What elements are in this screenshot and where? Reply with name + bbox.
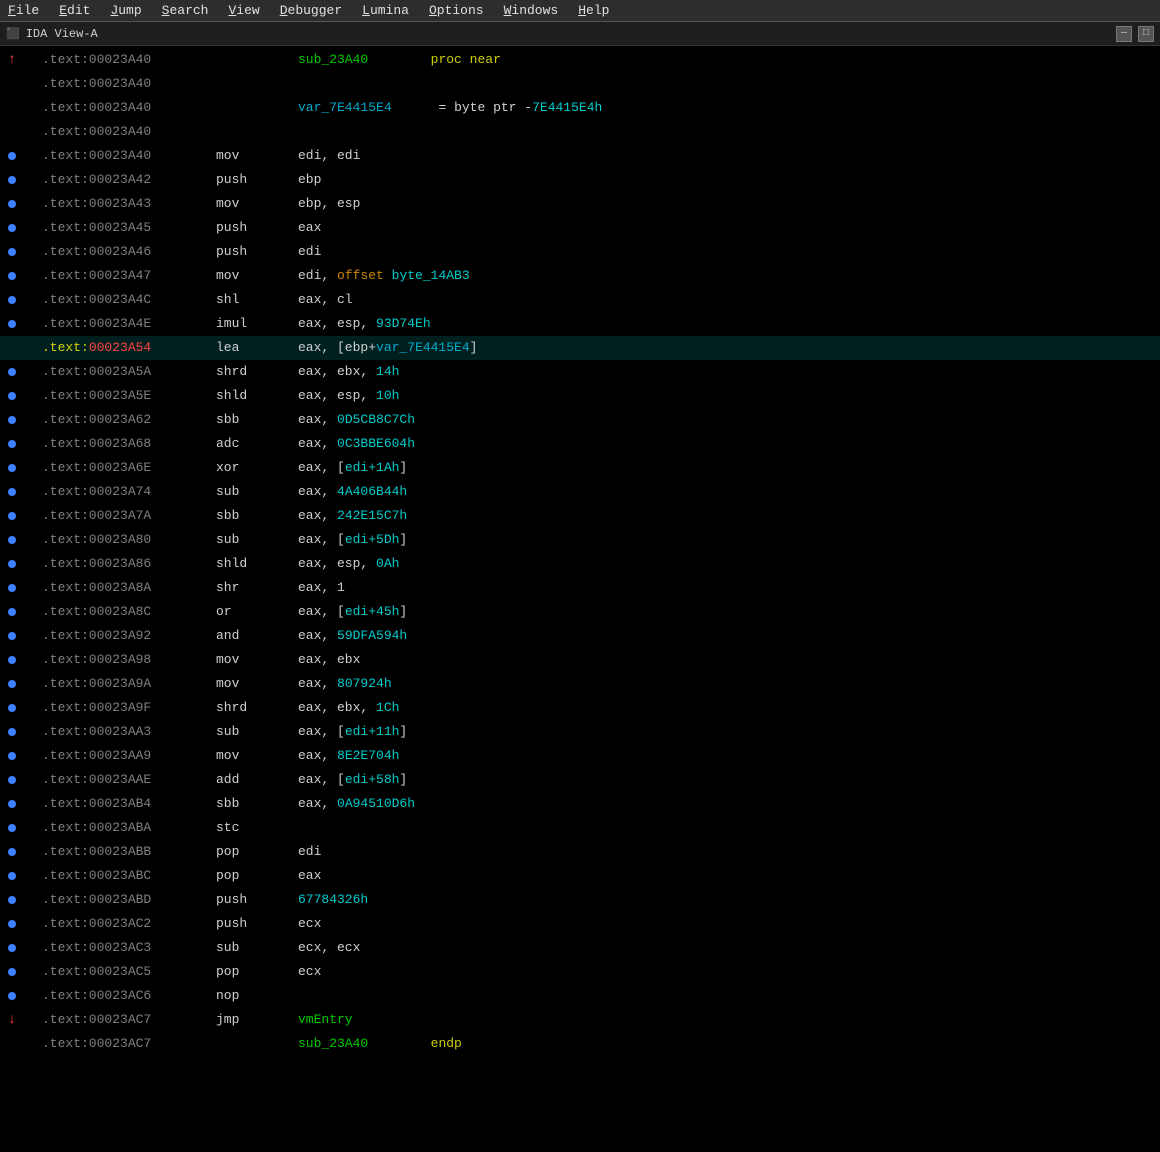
code-line: .text:00023A74 sub eax, 4A406B44h xyxy=(0,480,1160,504)
code-line: .text:00023A47 mov edi, offset byte_14AB… xyxy=(0,264,1160,288)
code-line: .text:00023AB4 sbb eax, 0A94510D6h xyxy=(0,792,1160,816)
menu-debugger[interactable]: Debugger xyxy=(276,3,346,18)
arrow-down-red: ↓ xyxy=(8,1008,16,1032)
code-line: .text:00023A9A mov eax, 807924h xyxy=(0,672,1160,696)
code-line: .text:00023A40 var_7E4415E4 = byte ptr -… xyxy=(0,96,1160,120)
menu-lumina[interactable]: Lumina xyxy=(358,3,413,18)
code-area: ↑ .text:00023A40 sub_23A40 proc near .te… xyxy=(0,46,1160,1152)
code-line: .text:00023A4E imul eax, esp, 93D74Eh xyxy=(0,312,1160,336)
code-line: .text:00023AC3 sub ecx, ecx xyxy=(0,936,1160,960)
code-line: .text:00023A62 sbb eax, 0D5CB8C7Ch xyxy=(0,408,1160,432)
code-line: .text:00023A80 sub eax, [edi+5Dh] xyxy=(0,528,1160,552)
code-line: .text:00023A98 mov eax, ebx xyxy=(0,648,1160,672)
code-line: .text:00023A92 and eax, 59DFA594h xyxy=(0,624,1160,648)
code-line-highlight: .text:00023A54 lea eax, [ebp+var_7E4415E… xyxy=(0,336,1160,360)
code-line: .text:00023AC6 nop xyxy=(0,984,1160,1008)
code-line: .text:00023AAE add eax, [edi+58h] xyxy=(0,768,1160,792)
code-line: .text:00023A9F shrd eax, ebx, 1Ch xyxy=(0,696,1160,720)
code-line: .text:00023A6E xor eax, [edi+1Ah] xyxy=(0,456,1160,480)
menu-jump[interactable]: Jump xyxy=(106,3,145,18)
code-line: .text:00023A5A shrd eax, ebx, 14h xyxy=(0,360,1160,384)
menu-edit[interactable]: Edit xyxy=(55,3,94,18)
arrow-up-red: ↑ xyxy=(8,48,16,72)
code-line: .text:00023AA3 sub eax, [edi+11h] xyxy=(0,720,1160,744)
code-line: .text:00023A5E shld eax, esp, 10h xyxy=(0,384,1160,408)
menu-windows[interactable]: Windows xyxy=(500,3,563,18)
maximize-button[interactable]: □ xyxy=(1138,26,1154,42)
code-line: .text:00023A86 shld eax, esp, 0Ah xyxy=(0,552,1160,576)
code-line: .text:00023A40 mov edi, edi xyxy=(0,144,1160,168)
menu-help[interactable]: Help xyxy=(574,3,613,18)
code-line: .text:00023ABB pop edi xyxy=(0,840,1160,864)
code-line: .text:00023AC2 push ecx xyxy=(0,912,1160,936)
code-line: .text:00023ABC pop eax xyxy=(0,864,1160,888)
window-title: IDA View-A xyxy=(26,27,98,41)
code-line: .text:00023A42 push ebp xyxy=(0,168,1160,192)
code-line: .text:00023AC7 sub_23A40 endp xyxy=(0,1032,1160,1056)
code-line: .text:00023ABD push 67784326h xyxy=(0,888,1160,912)
code-line: .text:00023A8A shr eax, 1 xyxy=(0,576,1160,600)
code-line: .text:00023A8C or eax, [edi+45h] xyxy=(0,600,1160,624)
code-line: .text:00023A45 push eax xyxy=(0,216,1160,240)
menu-view[interactable]: View xyxy=(224,3,263,18)
menu-options[interactable]: Options xyxy=(425,3,488,18)
code-line: .text:00023AA9 mov eax, 8E2E704h xyxy=(0,744,1160,768)
code-line: .text:00023A43 mov ebp, esp xyxy=(0,192,1160,216)
code-line: ↓ .text:00023AC7 jmp vmEntry xyxy=(0,1008,1160,1032)
ida-icon: ⬛ xyxy=(6,27,20,41)
menu-search[interactable]: Search xyxy=(158,3,213,18)
code-line: .text:00023ABA stc xyxy=(0,816,1160,840)
code-line: .text:00023A40 xyxy=(0,120,1160,144)
code-line: ↑ .text:00023A40 sub_23A40 proc near xyxy=(0,48,1160,72)
minimize-button[interactable]: — xyxy=(1116,26,1132,42)
menubar: File Edit Jump Search View Debugger Lumi… xyxy=(0,0,1160,22)
code-line: .text:00023A4C shl eax, cl xyxy=(0,288,1160,312)
menu-file[interactable]: File xyxy=(4,3,43,18)
code-line: .text:00023A40 xyxy=(0,72,1160,96)
code-line: .text:00023AC5 pop ecx xyxy=(0,960,1160,984)
code-line: .text:00023A46 push edi xyxy=(0,240,1160,264)
code-line: .text:00023A68 adc eax, 0C3BBE604h xyxy=(0,432,1160,456)
code-line: .text:00023A7A sbb eax, 242E15C7h xyxy=(0,504,1160,528)
titlebar: ⬛ IDA View-A — □ xyxy=(0,22,1160,46)
